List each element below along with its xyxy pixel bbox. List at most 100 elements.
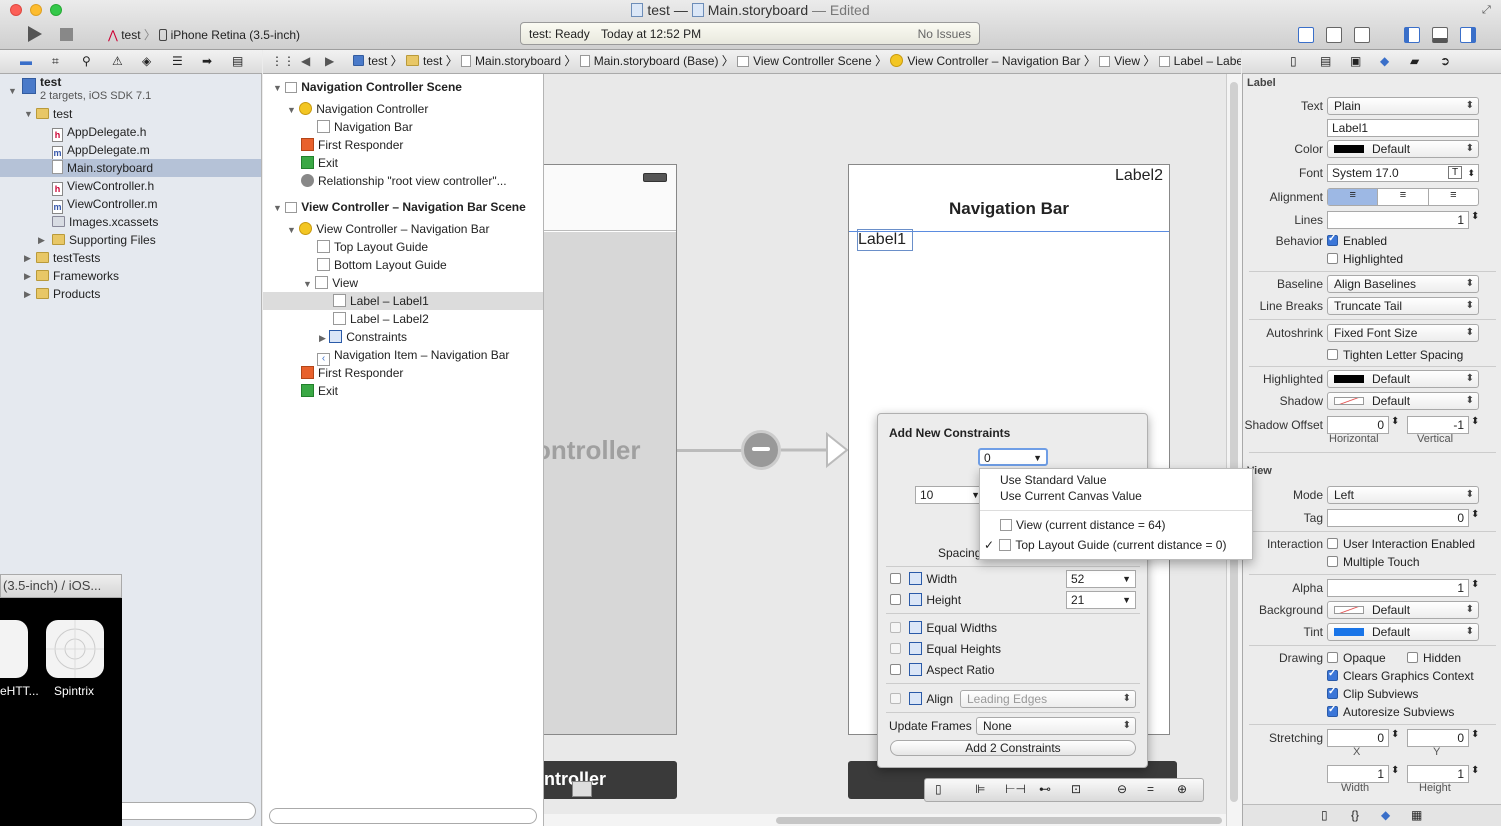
alpha-field[interactable]: 1 xyxy=(1327,579,1469,597)
breadcrumb-item[interactable]: test xyxy=(423,54,442,68)
highlighted-checkbox[interactable]: Highlighted xyxy=(1327,252,1403,266)
menu-item-view[interactable]: View (current distance = 64) xyxy=(1000,518,1166,532)
multiple-touch-checkbox[interactable]: Multiple Touch xyxy=(1327,555,1420,569)
chevron-down-icon[interactable]: ▼ xyxy=(1033,450,1042,466)
align-row[interactable]: Align xyxy=(890,692,953,706)
tree-group-testtests[interactable]: ▶ testTests xyxy=(0,249,261,267)
equal-widths-row[interactable]: Equal Widths xyxy=(890,621,997,635)
alignment-segmented-control[interactable]: ≡ ≡ ≡ xyxy=(1327,188,1479,206)
aspect-ratio-row[interactable]: Aspect Ratio xyxy=(890,663,994,677)
stepper-icon[interactable]: ⬍ xyxy=(1471,416,1479,427)
zoom-fit-icon[interactable]: = xyxy=(1147,782,1154,796)
outline-label1-selected[interactable]: Label – Label1 xyxy=(263,292,543,310)
outline-label2[interactable]: Label – Label2 xyxy=(333,310,429,328)
spintrix-app-icon[interactable] xyxy=(46,620,104,678)
breadcrumb-item[interactable]: View Controller – Navigation Bar xyxy=(907,54,1080,68)
breadcrumb-item[interactable]: View xyxy=(1114,54,1140,68)
font-picker-icon[interactable]: T xyxy=(1448,166,1462,179)
debug-navigator-icon[interactable]: ☰ xyxy=(172,50,183,73)
baseline-popup[interactable]: Align Baselines xyxy=(1327,275,1479,293)
autoshrink-popup[interactable]: Fixed Font Size xyxy=(1327,324,1479,342)
top-spacing-field[interactable]: 0 ▼ xyxy=(978,448,1048,466)
canvas-vertical-scrollbar[interactable] xyxy=(1226,74,1242,826)
tree-file-viewcontroller-h[interactable]: h ViewController.h xyxy=(0,177,261,196)
outline-scene-view-controller[interactable]: ▼ View Controller – Navigation Bar Scene xyxy=(273,198,526,216)
align-left-icon[interactable]: ≡ xyxy=(1328,189,1378,205)
highlighted-color-popup[interactable]: Default xyxy=(1327,370,1479,388)
scheme-selector[interactable]: ⋀ test 〉 iPhone Retina (3.5-inch) xyxy=(108,26,300,43)
version-editor-icon[interactable] xyxy=(1354,27,1370,43)
hidden-checkbox[interactable]: Hidden xyxy=(1407,651,1461,665)
menu-item-canvas-value[interactable]: Use Current Canvas Value xyxy=(1000,489,1142,503)
standard-editor-icon[interactable] xyxy=(1298,27,1314,43)
add-constraints-button[interactable]: Add 2 Constraints xyxy=(890,740,1136,756)
test-navigator-icon[interactable]: ◈ xyxy=(142,50,151,73)
file-template-icon[interactable]: ▯ xyxy=(1321,808,1328,822)
stretch-y-field[interactable]: 0 xyxy=(1407,729,1469,747)
forward-arrow-icon[interactable]: ▶ xyxy=(325,50,334,73)
disclosure-open-icon[interactable]: ▼ xyxy=(8,82,17,100)
navigator-toggle-icon[interactable] xyxy=(1404,27,1420,43)
nav-controller-scene-dock[interactable]: ntroller xyxy=(544,761,677,799)
breadcrumb-item[interactable]: Main.storyboard xyxy=(475,54,561,68)
code-snippet-icon[interactable]: {} xyxy=(1351,808,1359,822)
chevron-down-icon[interactable]: ▼ xyxy=(1122,571,1131,587)
outline-first-responder[interactable]: First Responder xyxy=(301,136,403,154)
identity-inspector-icon[interactable]: ▣ xyxy=(1350,50,1361,73)
align-right-icon[interactable]: ≡ xyxy=(1427,189,1478,205)
dock-object-icon[interactable] xyxy=(572,781,592,797)
breadcrumb-item[interactable]: View Controller Scene xyxy=(753,54,872,68)
assistant-editor-icon[interactable] xyxy=(1326,27,1342,43)
breadcrumb-item[interactable]: Label – Label1 xyxy=(1174,54,1241,68)
issue-navigator-icon[interactable]: ⚠ xyxy=(112,50,123,73)
resizing-behavior-icon[interactable]: ⊡ xyxy=(1071,782,1081,796)
quick-help-icon[interactable]: ▤ xyxy=(1320,50,1331,73)
breadcrumb-item[interactable]: Main.storyboard (Base) xyxy=(594,54,719,68)
user-interaction-checkbox[interactable]: User Interaction Enabled xyxy=(1327,537,1475,551)
document-device-icon[interactable]: ▯ xyxy=(935,782,942,796)
update-frames-popup[interactable]: None xyxy=(976,717,1136,735)
clears-context-checkbox[interactable]: Clears Graphics Context xyxy=(1327,668,1474,683)
zoom-out-icon[interactable]: ⊖ xyxy=(1117,782,1127,796)
width-constraint-row[interactable]: Width xyxy=(890,572,957,586)
search-navigator-icon[interactable]: ⚲ xyxy=(82,50,91,73)
tree-file-appdelegate-h[interactable]: h AppDelegate.h xyxy=(0,123,261,142)
font-stepper-icon[interactable]: ⬍ xyxy=(1467,165,1475,181)
tree-file-appdelegate-m[interactable]: m AppDelegate.m xyxy=(0,141,261,160)
connections-inspector-icon[interactable]: ➲ xyxy=(1440,50,1450,73)
outline-filter-field[interactable] xyxy=(269,808,537,824)
left-spacing-field[interactable]: 10 ▼ xyxy=(915,486,985,504)
equal-heights-row[interactable]: Equal Heights xyxy=(890,642,1001,656)
log-navigator-icon[interactable]: ▤ xyxy=(232,50,243,73)
outline-navigation-controller[interactable]: ▼ Navigation Controller xyxy=(287,100,428,118)
outline-exit[interactable]: Exit xyxy=(301,154,338,172)
navigation-controller-frame[interactable]: ontroller xyxy=(544,164,677,735)
stretch-x-field[interactable]: 0 xyxy=(1327,729,1389,747)
outline-exit-2[interactable]: Exit xyxy=(301,382,338,400)
stepper-icon[interactable]: ⬍ xyxy=(1471,765,1479,776)
stretch-width-field[interactable]: 1 xyxy=(1327,765,1389,783)
align-constraints-icon[interactable]: ⊫ xyxy=(975,782,985,796)
enabled-checkbox[interactable]: Enabled xyxy=(1327,233,1387,248)
lines-stepper-icon[interactable]: ⬍ xyxy=(1471,211,1479,222)
zoom-in-icon[interactable]: ⊕ xyxy=(1177,782,1187,796)
lines-field[interactable]: 1 xyxy=(1327,211,1469,229)
clip-subviews-checkbox[interactable]: Clip Subviews xyxy=(1327,686,1418,701)
app-icon-placeholder[interactable] xyxy=(0,620,28,678)
stop-button[interactable] xyxy=(60,24,78,46)
stepper-icon[interactable]: ⬍ xyxy=(1471,509,1479,520)
fullscreen-icon[interactable]: ⤢ xyxy=(1482,4,1491,17)
stepper-icon[interactable]: ⬍ xyxy=(1391,765,1399,776)
outline-first-responder-2[interactable]: First Responder xyxy=(301,364,403,382)
text-type-popup[interactable]: Plain xyxy=(1327,97,1479,115)
background-color-popup[interactable]: Default xyxy=(1327,601,1479,619)
attributes-inspector-icon[interactable]: ◆ xyxy=(1380,50,1389,73)
height-value-field[interactable]: 21 ▼ xyxy=(1066,591,1136,609)
shadow-offset-horizontal-field[interactable]: 0 xyxy=(1327,416,1389,434)
autoresize-subviews-checkbox[interactable]: Autoresize Subviews xyxy=(1327,704,1454,719)
stretch-height-field[interactable]: 1 xyxy=(1407,765,1469,783)
utilities-toggle-icon[interactable] xyxy=(1460,27,1476,43)
canvas-label1-selected[interactable]: Label1 xyxy=(857,229,913,251)
opaque-checkbox[interactable]: Opaque xyxy=(1327,651,1386,665)
tag-field[interactable]: 0 xyxy=(1327,509,1469,527)
